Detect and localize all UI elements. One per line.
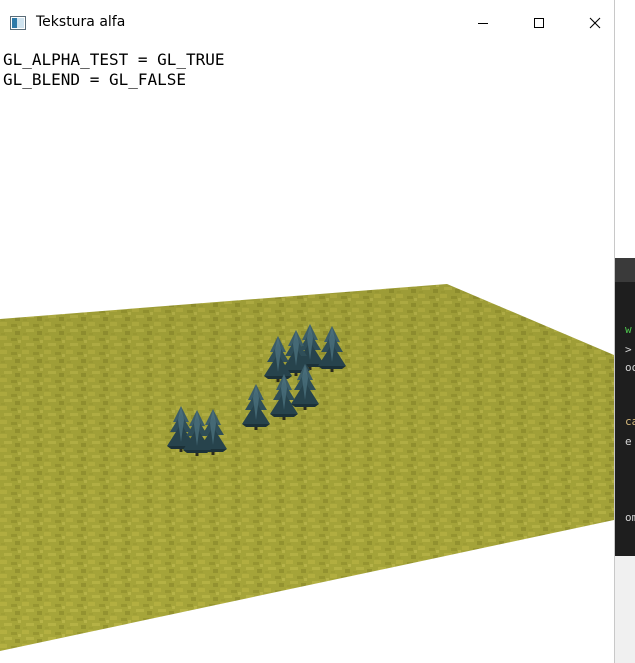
maximize-icon xyxy=(534,18,544,28)
app-window-icon xyxy=(10,16,26,30)
title-bar[interactable]: Tekstura alfa xyxy=(0,0,614,47)
gl-viewport[interactable]: GL_ALPHA_TEST = GL_TRUE GL_BLEND = GL_FA… xyxy=(0,46,614,663)
code-fragment: oo xyxy=(625,361,635,374)
minimize-icon xyxy=(478,23,488,24)
close-icon xyxy=(589,17,601,29)
code-fragment: e xyxy=(625,435,632,448)
close-button[interactable] xyxy=(572,0,618,46)
blend-status: GL_BLEND = GL_FALSE xyxy=(3,70,187,89)
scene-canvas xyxy=(0,284,614,651)
maximize-button[interactable] xyxy=(516,0,562,46)
code-fragment: w xyxy=(625,323,632,336)
code-fragment: ca xyxy=(625,415,635,428)
window-title: Tekstura alfa xyxy=(36,14,126,30)
background-window-tabbar xyxy=(615,258,635,282)
minimize-button[interactable] xyxy=(460,0,506,46)
code-fragment: > xyxy=(625,343,632,356)
opengl-window: Tekstura alfa GL_ALPHA_TEST = GL_TRUE GL… xyxy=(0,0,615,663)
background-window-footer xyxy=(615,556,635,663)
code-fragment: om xyxy=(625,511,635,524)
alpha-test-status: GL_ALPHA_TEST = GL_TRUE xyxy=(3,50,225,69)
